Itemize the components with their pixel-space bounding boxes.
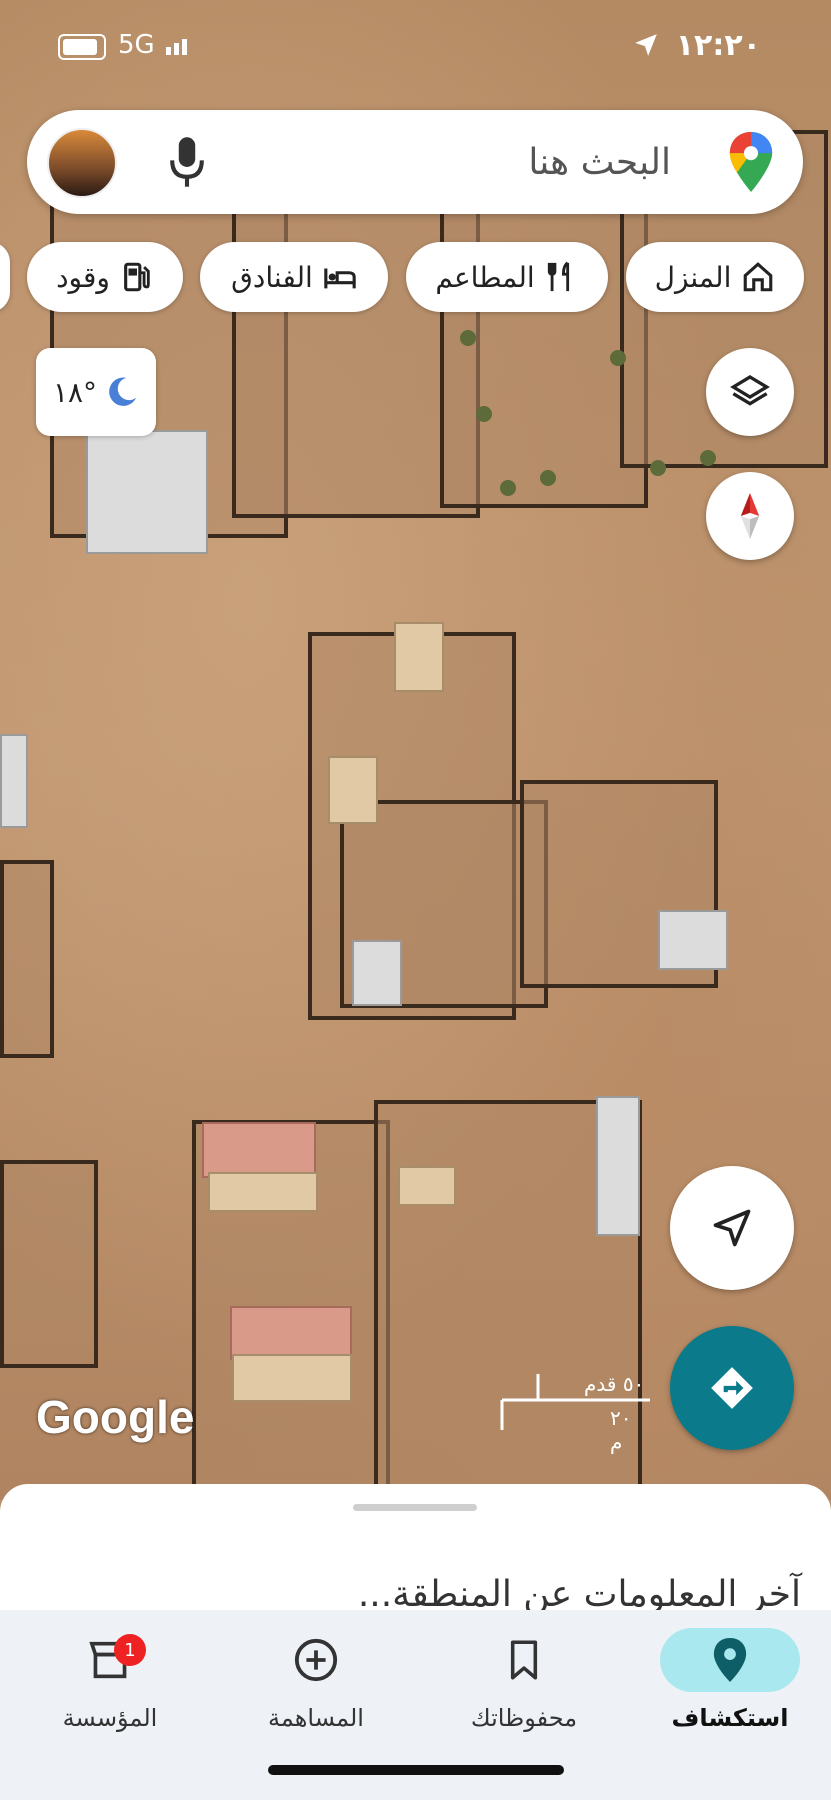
status-time: ١٢:٢٠ <box>675 28 761 63</box>
status-bar: 5G ١٢:٢٠ <box>0 0 831 92</box>
chip-hotels-label: الفنادق <box>231 260 313 294</box>
nav-contribute[interactable]: المساهمة <box>216 1622 416 1742</box>
chip-hotels[interactable]: الفنادق <box>200 242 388 312</box>
map-building <box>596 1096 640 1236</box>
map-plot <box>0 860 54 1058</box>
map-building <box>394 622 444 692</box>
gas-station-icon <box>124 262 150 292</box>
hotel-icon <box>324 268 356 289</box>
map-building <box>230 1306 352 1360</box>
notification-badge: 1 <box>114 1634 146 1666</box>
nav-contribute-label: المساهمة <box>268 1704 364 1732</box>
google-maps-logo-icon <box>729 132 773 192</box>
map-building <box>398 1166 456 1206</box>
sheet-title: آخر المعلومات عن المنطقة... <box>357 1574 801 1615</box>
nav-contribute-pill <box>246 1628 386 1692</box>
map-building <box>232 1354 352 1402</box>
location-arrow-icon <box>635 34 657 56</box>
nav-business-label: المؤسسة <box>62 1704 158 1732</box>
restaurant-icon <box>547 261 569 292</box>
compass-button[interactable] <box>706 472 794 560</box>
nav-business-pill <box>40 1628 180 1692</box>
map-building <box>352 940 402 1006</box>
location-pin-icon <box>713 1638 747 1682</box>
map-plot <box>0 1160 98 1368</box>
search-bar[interactable]: البحث هنا <box>27 110 803 214</box>
home-icon <box>744 262 773 292</box>
chip-home-label: المنزل <box>654 260 732 294</box>
nav-explore-label: استكشاف <box>671 1704 789 1732</box>
map-building <box>328 756 378 824</box>
nav-explore[interactable]: استكشاف <box>630 1622 830 1742</box>
chip-gas[interactable]: وقود <box>27 242 183 312</box>
nav-business[interactable]: 1 المؤسسة <box>10 1622 210 1742</box>
chip-restaurants-label: المطاعم <box>435 260 535 294</box>
nav-saved-label: محفوظاتك <box>470 1704 578 1732</box>
microphone-icon[interactable] <box>167 134 207 190</box>
layers-button[interactable] <box>706 348 794 436</box>
bookmark-icon <box>510 1640 538 1680</box>
scale-feet: ٥٠ قدم <box>584 1372 645 1396</box>
map-building <box>202 1122 316 1178</box>
weather-widget[interactable]: ١٨° <box>36 348 156 436</box>
map-building <box>208 1172 318 1212</box>
chip-home[interactable]: المنزل <box>626 242 804 312</box>
sheet-drag-handle[interactable] <box>353 1504 477 1511</box>
navigation-arrow-icon <box>713 1209 751 1247</box>
nav-saved-pill <box>454 1628 594 1692</box>
moon-icon <box>109 377 137 406</box>
nav-saved[interactable]: محفوظاتك <box>424 1622 624 1742</box>
search-input[interactable]: البحث هنا <box>528 142 671 183</box>
network-type: 5G <box>118 30 155 60</box>
nav-explore-pill <box>660 1628 800 1692</box>
my-location-button[interactable] <box>670 1166 794 1290</box>
scale-meters: ٢٠ م <box>610 1406 632 1454</box>
map-scale: ٥٠ قدم ٢٠ م <box>500 1370 650 1454</box>
add-circle-icon <box>294 1638 338 1682</box>
map-building <box>0 734 28 828</box>
layers-icon <box>730 375 770 406</box>
weather-temp: ١٨° <box>52 375 98 409</box>
battery-icon <box>58 34 106 60</box>
chip-gas-label: وقود <box>56 260 110 294</box>
avatar[interactable] <box>47 128 117 198</box>
map-building <box>658 910 728 970</box>
signal-icon <box>166 36 190 55</box>
chip-restaurants[interactable]: المطاعم <box>406 242 608 312</box>
directions-icon <box>711 1367 753 1409</box>
home-indicator[interactable] <box>268 1765 564 1775</box>
map-building <box>86 430 208 554</box>
directions-button[interactable] <box>670 1326 794 1450</box>
google-attribution: Google <box>36 1391 195 1443</box>
compass-icon <box>740 493 760 539</box>
